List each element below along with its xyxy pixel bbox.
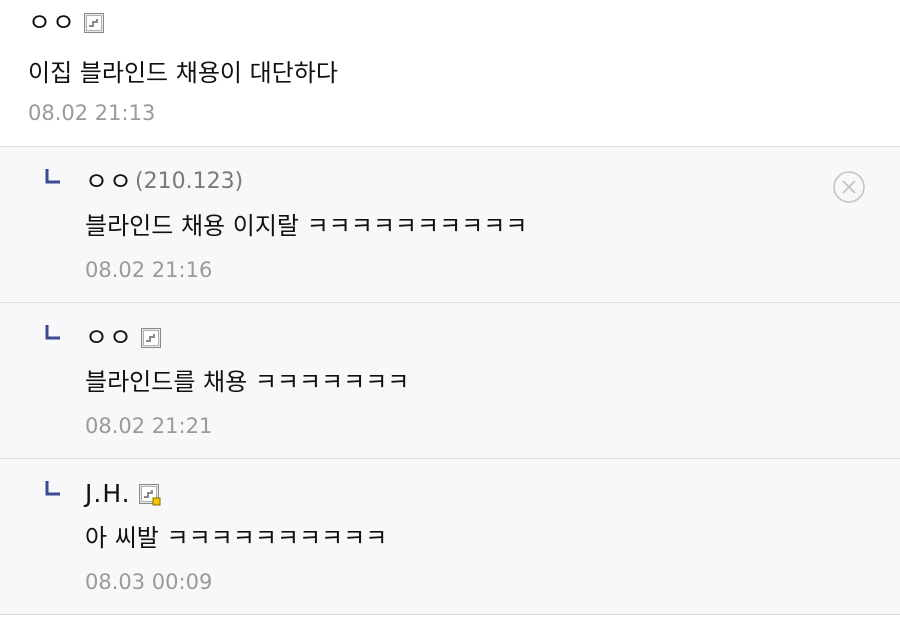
reply-author: ㅇㅇ (210.123) [85,167,243,197]
reply-date: 08.02 21:21 [85,414,213,438]
reply-item: J.H. 아 씨발 ㅋㅋㅋㅋㅋㅋㅋㅋㅋㅋ 08.03 00:09 [0,459,900,615]
nickname[interactable]: J.H. [85,479,131,509]
nickname[interactable]: ㅇㅇ [28,8,76,38]
reply-item: ㅇㅇ 블라인드를 채용 ㅋㅋㅋㅋㅋㅋㅋ 08.02 21:21 [0,303,900,459]
nickname[interactable]: ㅇㅇ [85,167,133,197]
delete-button[interactable] [832,170,866,204]
reply-author: ㅇㅇ [85,323,162,353]
gallog-fixed-icon[interactable] [138,484,161,506]
ip-address: (210.123) [135,169,244,194]
comment-date: 08.02 21:13 [28,101,156,125]
reply-arrow-icon [44,324,62,342]
comment-text: 이집 블라인드 채용이 대단하다 [28,59,338,87]
comment-author: ㅇㅇ [28,8,105,38]
reply-item: ㅇㅇ (210.123) 블라인드 채용 이지랄 ㅋㅋㅋㅋㅋㅋㅋㅋㅋㅋ 08.0… [0,147,900,303]
gallog-icon[interactable] [84,13,105,33]
gallog-icon[interactable] [141,328,162,348]
delete-circle-x-icon [833,171,865,203]
comment-item: ㅇㅇ 이집 블라인드 채용이 대단하다 08.02 21:13 [0,0,900,147]
reply-date: 08.03 00:09 [85,570,213,594]
reply-text: 아 씨발 ㅋㅋㅋㅋㅋㅋㅋㅋㅋㅋ [85,524,388,552]
reply-date: 08.02 21:16 [85,258,213,282]
reply-text: 블라인드를 채용 ㅋㅋㅋㅋㅋㅋㅋ [85,368,410,396]
reply-arrow-icon [44,168,62,186]
reply-text: 블라인드 채용 이지랄 ㅋㅋㅋㅋㅋㅋㅋㅋㅋㅋ [85,212,528,240]
nickname[interactable]: ㅇㅇ [85,323,133,353]
reply-arrow-icon [44,480,62,498]
reply-author: J.H. [85,479,161,509]
